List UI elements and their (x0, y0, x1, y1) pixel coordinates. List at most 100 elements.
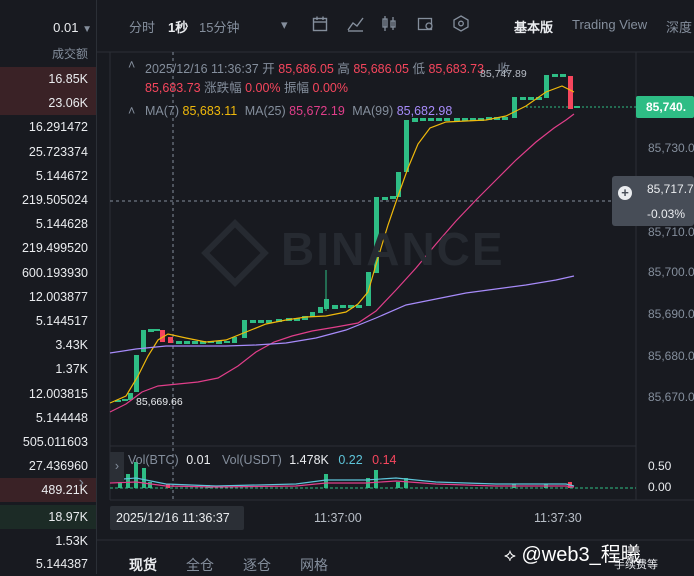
orderbook-row[interactable]: 12.003815 (0, 382, 96, 406)
orderbook-row[interactable]: 5.144672 (0, 164, 96, 188)
add-alert-icon[interactable]: + (618, 186, 632, 200)
candle (122, 399, 128, 401)
candle (154, 329, 160, 331)
orderbook-row[interactable]: 219.505024 (0, 188, 96, 212)
candle (258, 320, 264, 323)
price-axis-tick: 85,670.00 (648, 390, 694, 404)
share-icon: ⟡ (504, 545, 516, 565)
volume-bar (142, 468, 146, 488)
author-subtext: 手续费等 (614, 559, 658, 571)
order-book-panel: 0.01 ▼ 成交额 16.85K 23.06K 16.291472 25.72337… (0, 0, 97, 574)
candle (404, 120, 409, 172)
chevron-down-icon: ▼ (82, 24, 92, 35)
ma-collapse-icon[interactable]: ˄ (128, 104, 135, 118)
change-value: 0.00% (245, 81, 281, 95)
orderbook-volume: 12.003877 (28, 289, 88, 304)
time-axis-tick: 11:37:30 (534, 511, 582, 525)
crosshair-pct: -0.03% (647, 207, 686, 221)
candle (428, 118, 434, 121)
vol-axis-050: 0.50 (648, 459, 672, 473)
candle (168, 337, 173, 343)
orderbook-row[interactable]: 219.499520 (0, 236, 96, 260)
orderbook-row[interactable]: 600.193930 (0, 261, 96, 285)
orderbook-volume: 23.06K (48, 96, 88, 111)
crosshair-time-tag: 2025/12/16 11:36:37 (110, 506, 244, 530)
high-value: 85,686.05 (353, 62, 409, 76)
orderbook-row[interactable]: 505.011603 (0, 430, 96, 454)
amplitude-value: 0.00% (312, 81, 348, 95)
orderbook-row[interactable]: 5.144448 (0, 406, 96, 430)
tab-isolated[interactable]: 逐仓 (243, 555, 271, 575)
tab-cross[interactable]: 全仓 (186, 555, 214, 575)
orderbook-volume: 5.144448 (35, 410, 88, 425)
candle (242, 320, 247, 338)
vol-btc-label: Vol(BTC) (128, 453, 179, 467)
orderbook-volume: 219.505024 (21, 193, 88, 207)
volume-header: 成交额 (51, 47, 88, 61)
candle (568, 76, 573, 109)
orderbook-row[interactable]: 16.291472 (0, 115, 96, 139)
orderbook-volume: 25.723374 (28, 144, 88, 159)
ma99-label: MA(99) (352, 104, 394, 118)
orderbook-row[interactable]: 18.97K (0, 505, 96, 529)
close-value: 85,683.73 (145, 81, 201, 95)
orderbook-row[interactable]: 5.144387 (0, 552, 96, 576)
ma7-value: 85,683.11 (182, 104, 238, 118)
price-axis-tick: 85,680.00 (648, 349, 694, 363)
orderbook-row[interactable]: 23.06K (0, 91, 96, 116)
vol-expand-icon[interactable]: › (110, 452, 124, 482)
high-label: 高 (337, 62, 350, 76)
current-price: 85,740. (646, 100, 687, 114)
candle (184, 341, 190, 344)
orderbook-row[interactable]: 1.37K (0, 357, 96, 381)
orderbook-row[interactable]: 5.144628 (0, 212, 96, 236)
candle (340, 305, 346, 308)
orderbook-row[interactable]: 5.144517 (0, 309, 96, 333)
vol-ma1-value: 0.22 (338, 453, 363, 467)
ma99-value: 85,682.98 (396, 104, 453, 118)
orderbook-row[interactable]: 16.85K (0, 67, 96, 91)
candle (544, 75, 549, 98)
ma7-label: MA(7) (145, 104, 180, 118)
ma25-value: 85,672.19 (289, 104, 345, 118)
orderbook-volume: 5.144672 (35, 168, 88, 183)
candle (574, 106, 580, 108)
amplitude-label: 振幅 (284, 81, 310, 95)
tab-grid[interactable]: 网格 (300, 555, 328, 575)
vol-usdt-label: Vol(USDT) (222, 453, 282, 467)
orderbook-volume: 27.436960 (28, 459, 88, 474)
candle (148, 329, 154, 332)
orderbook-row[interactable]: 25.723374 (0, 140, 96, 164)
low-label: 低 (412, 62, 425, 76)
volume-bar (324, 474, 328, 488)
chart-area[interactable]: 分时 1秒 15分钟 ▾ 基本版 Trading View 深度 ˄ 2025/… (96, 0, 694, 574)
time-axis-tick: 11:37:00 (314, 511, 362, 525)
expand-icon[interactable]: › (0, 474, 84, 492)
candle (436, 118, 442, 121)
volume-bar (126, 474, 130, 488)
candle (412, 118, 418, 122)
orderbook-row[interactable]: 3.43K (0, 333, 96, 357)
step-selector[interactable]: 0.01 ▼ (0, 20, 92, 35)
orderbook-volume: 12.003815 (28, 386, 88, 401)
crosshair-price: 85,717.7 (647, 182, 694, 196)
collapse-icon[interactable]: ˄ (128, 58, 135, 72)
ohlc-line: 2025/12/16 11:36:37 开 85,686.05 高 85,686… (145, 58, 510, 77)
orderbook-row[interactable]: 12.003877 (0, 285, 96, 309)
candle (444, 118, 450, 121)
candle (324, 299, 329, 309)
candle (560, 74, 566, 77)
orderbook-volume: 5.144517 (35, 314, 88, 328)
orderbook-volume: 18.97K (48, 510, 88, 524)
tab-spot[interactable]: 现货 (129, 555, 157, 575)
volume-bar (396, 482, 400, 488)
candle (520, 97, 526, 100)
binance-watermark: BINANCE (201, 218, 505, 287)
orderbook-row[interactable]: 1.53K (0, 529, 96, 553)
vol-usdt-value: 1.478K (289, 453, 329, 467)
crosshair-time: 2025/12/16 11:36:37 (116, 511, 230, 525)
step-value: 0.01 (53, 20, 79, 35)
orderbook-volume: 1.53K (55, 533, 88, 548)
low-annotation: 85,669.66 (136, 396, 183, 408)
candle (176, 341, 182, 344)
